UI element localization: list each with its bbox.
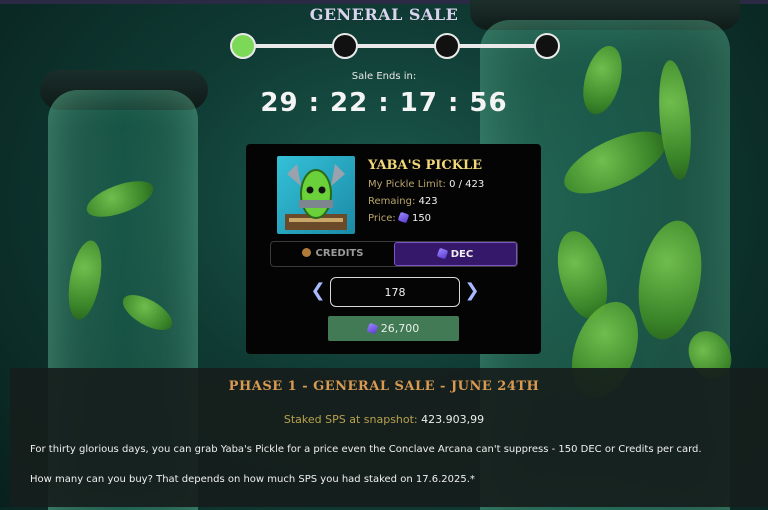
pickle-card-image <box>277 156 355 234</box>
purchase-card: YABA'S PICKLE My Pickle Limit: 0 / 423 R… <box>246 144 541 354</box>
price-row: Price: 150 <box>368 211 432 224</box>
credits-icon <box>301 248 311 257</box>
step-1-dot <box>230 33 256 59</box>
increase-quantity-button[interactable]: ❯ <box>464 281 480 301</box>
remaining-label: Remaing: <box>368 196 416 207</box>
pickle-limit-label: My Pickle Limit: <box>368 179 446 190</box>
decrease-quantity-button[interactable]: ❮ <box>310 281 326 301</box>
phase-stepper <box>230 32 560 60</box>
dec-icon <box>397 211 410 224</box>
buy-total: 26,700 <box>380 322 420 335</box>
staked-sps-value: 423.903,99 <box>421 413 485 426</box>
step-4-dot <box>534 33 560 59</box>
step-connector <box>254 44 334 48</box>
dec-icon <box>436 247 449 260</box>
remaining-row: Remaing: 423 <box>368 196 438 207</box>
step-2-dot <box>332 33 358 59</box>
item-name: YABA'S PICKLE <box>368 158 483 173</box>
price-label: Price: <box>368 213 396 224</box>
quantity-input[interactable] <box>330 277 460 307</box>
dec-icon <box>366 322 379 335</box>
quantity-stepper: ❮ ❯ <box>310 277 482 307</box>
remaining-value: 423 <box>418 196 438 207</box>
staked-sps-label: Staked SPS at snapshot: <box>283 413 418 426</box>
phase-title: PHASE 1 - GENERAL SALE - JUNE 24TH <box>228 379 540 394</box>
phase-description: For thirty glorious days, you can grab Y… <box>30 444 702 455</box>
credits-option-label: CREDITS <box>315 248 364 259</box>
countdown-timer: 29 : 22 : 17 : 56 <box>260 88 508 118</box>
page-title: GENERAL SALE <box>309 5 459 24</box>
step-connector <box>356 44 436 48</box>
step-connector <box>458 44 538 48</box>
credits-option[interactable]: CREDITS <box>271 242 394 266</box>
step-3-dot <box>434 33 460 59</box>
price-value: 150 <box>411 213 432 224</box>
dec-option-label: DEC <box>450 249 474 260</box>
pickle-limit-row: My Pickle Limit: 0 / 423 <box>368 179 484 190</box>
sale-ends-label: Sale Ends in: <box>351 71 417 82</box>
phase-eligibility: How many can you buy? That depends on ho… <box>30 474 475 485</box>
staked-sps-row: Staked SPS at snapshot: 423.903,99 <box>0 413 768 426</box>
dec-option[interactable]: DEC <box>394 242 517 266</box>
pickle-limit-value: 0 / 423 <box>449 179 485 190</box>
currency-toggle: CREDITS DEC <box>270 241 518 267</box>
buy-button[interactable]: 26,700 <box>328 316 459 341</box>
